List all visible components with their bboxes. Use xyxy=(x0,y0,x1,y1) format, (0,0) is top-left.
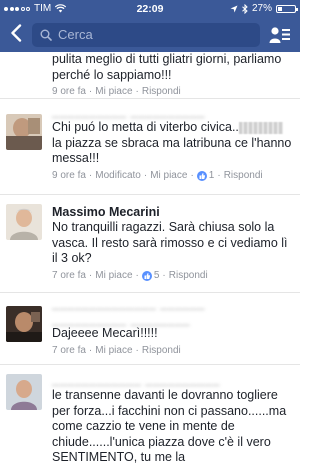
comment-author-obscured-line: __________ ________ xyxy=(52,313,191,327)
avatar-image xyxy=(6,114,42,150)
comment-thread: pulita meglio di tutti gliatri giorni, p… xyxy=(0,52,300,464)
carrier-group: TIM xyxy=(4,3,114,14)
comment-body: ____________ __________ le transenne dav… xyxy=(52,372,294,464)
avatar[interactable] xyxy=(6,114,42,150)
bluetooth-icon xyxy=(242,3,248,14)
comment-actions: 7 ore fa · Mi piace · 5 · Rispondi xyxy=(52,269,208,283)
reply-button[interactable]: Rispondi xyxy=(142,85,181,99)
avatar-image xyxy=(6,204,42,240)
avatar[interactable] xyxy=(6,374,42,410)
comment-author[interactable]: Massimo Mecarini xyxy=(52,204,294,220)
like-count-value: 5 xyxy=(153,269,160,281)
comment-time: 9 ore fa xyxy=(52,169,86,181)
comment-body: Massimo Mecarini No tranquilli ragazzi. … xyxy=(52,204,294,283)
divider xyxy=(0,194,300,195)
like-count[interactable]: 5 xyxy=(141,269,160,283)
comment-actions: 7 ore fa · Mi piace · Rispondi xyxy=(52,344,181,358)
comment-actions: 9 ore fa · Modificato · Mi piace · 1 · R… xyxy=(52,169,263,183)
edited-label[interactable]: Modificato xyxy=(95,169,141,183)
avatar[interactable] xyxy=(6,204,42,240)
reply-button[interactable]: Rispondi xyxy=(142,344,181,358)
comment-actions: 9 ore fa · Mi piace · Rispondi xyxy=(52,85,181,99)
avatar[interactable] xyxy=(6,306,42,342)
comment-text: pulita meglio di tutti gliatri giorni, p… xyxy=(52,52,282,82)
battery-percent: 27% xyxy=(251,3,272,14)
friend-requests-button[interactable] xyxy=(260,26,300,44)
like-button[interactable]: Mi piace xyxy=(150,169,187,183)
like-count-value: 1 xyxy=(208,169,215,181)
search-icon xyxy=(40,29,52,41)
comment-text-part: la piazza se sbraca ma latribuna ce l'ha… xyxy=(52,135,292,166)
battery-group: 27% xyxy=(186,3,298,14)
chevron-left-icon xyxy=(11,23,22,42)
status-bar: TIM 22:09 27% xyxy=(0,0,300,17)
comment-text: Chi puó lo metta di viterbo civica.. la … xyxy=(52,120,294,167)
comment-text: le transenne davanti le dovranno toglier… xyxy=(52,388,287,464)
like-button[interactable]: Mi piace xyxy=(95,344,132,358)
comment-author-obscured[interactable]: ____________ __________ xyxy=(52,372,294,388)
back-button[interactable] xyxy=(0,23,32,46)
signal-strength-icon xyxy=(4,6,30,11)
avatar-image xyxy=(6,306,42,342)
search-placeholder: Cerca xyxy=(58,27,93,42)
comment-author-obscured[interactable]: ______________ ______ xyxy=(52,296,294,312)
friend-list-icon xyxy=(269,26,290,43)
comment-text-part: Chi puó lo metta di viterbo civica.. xyxy=(52,120,239,134)
search-field[interactable]: Cerca xyxy=(32,22,260,47)
redacted-mention xyxy=(238,121,283,134)
clock: 22:09 xyxy=(136,2,164,15)
comment-author-obscured[interactable]: __________ __________ xyxy=(52,104,294,120)
comment-body: ______________ ______ __________ _______… xyxy=(52,296,294,358)
battery-level-fill xyxy=(278,6,283,11)
like-thumb-icon xyxy=(196,170,207,181)
reply-button[interactable]: Rispondi xyxy=(224,169,263,183)
wifi-icon xyxy=(55,4,67,13)
comment-time: 9 ore fa xyxy=(52,86,86,97)
comment-body: pulita meglio di tutti gliatri giorni, p… xyxy=(52,52,294,99)
navigation-bar: Cerca xyxy=(0,17,300,52)
battery-icon xyxy=(276,4,298,13)
carrier-label: TIM xyxy=(34,3,52,14)
avatar-image xyxy=(6,374,42,410)
comment-body: __________ __________ Chi puó lo metta d… xyxy=(52,104,294,183)
like-button[interactable]: Mi piace xyxy=(95,269,132,283)
comment-time: 7 ore fa xyxy=(52,344,86,356)
reply-button[interactable]: Rispondi xyxy=(169,269,208,283)
like-count[interactable]: 1 xyxy=(196,169,215,183)
comment-text: Dajeeee Mecarì!!!!! xyxy=(52,326,158,340)
divider xyxy=(0,364,300,365)
divider xyxy=(0,98,300,99)
comment-time: 7 ore fa xyxy=(52,269,86,281)
location-arrow-icon xyxy=(230,5,238,12)
like-thumb-icon xyxy=(141,270,152,281)
comment-text: No tranquilli ragazzi. Sarà chiusa solo … xyxy=(52,220,288,265)
like-button[interactable]: Mi piace xyxy=(95,85,132,99)
divider xyxy=(0,292,300,293)
